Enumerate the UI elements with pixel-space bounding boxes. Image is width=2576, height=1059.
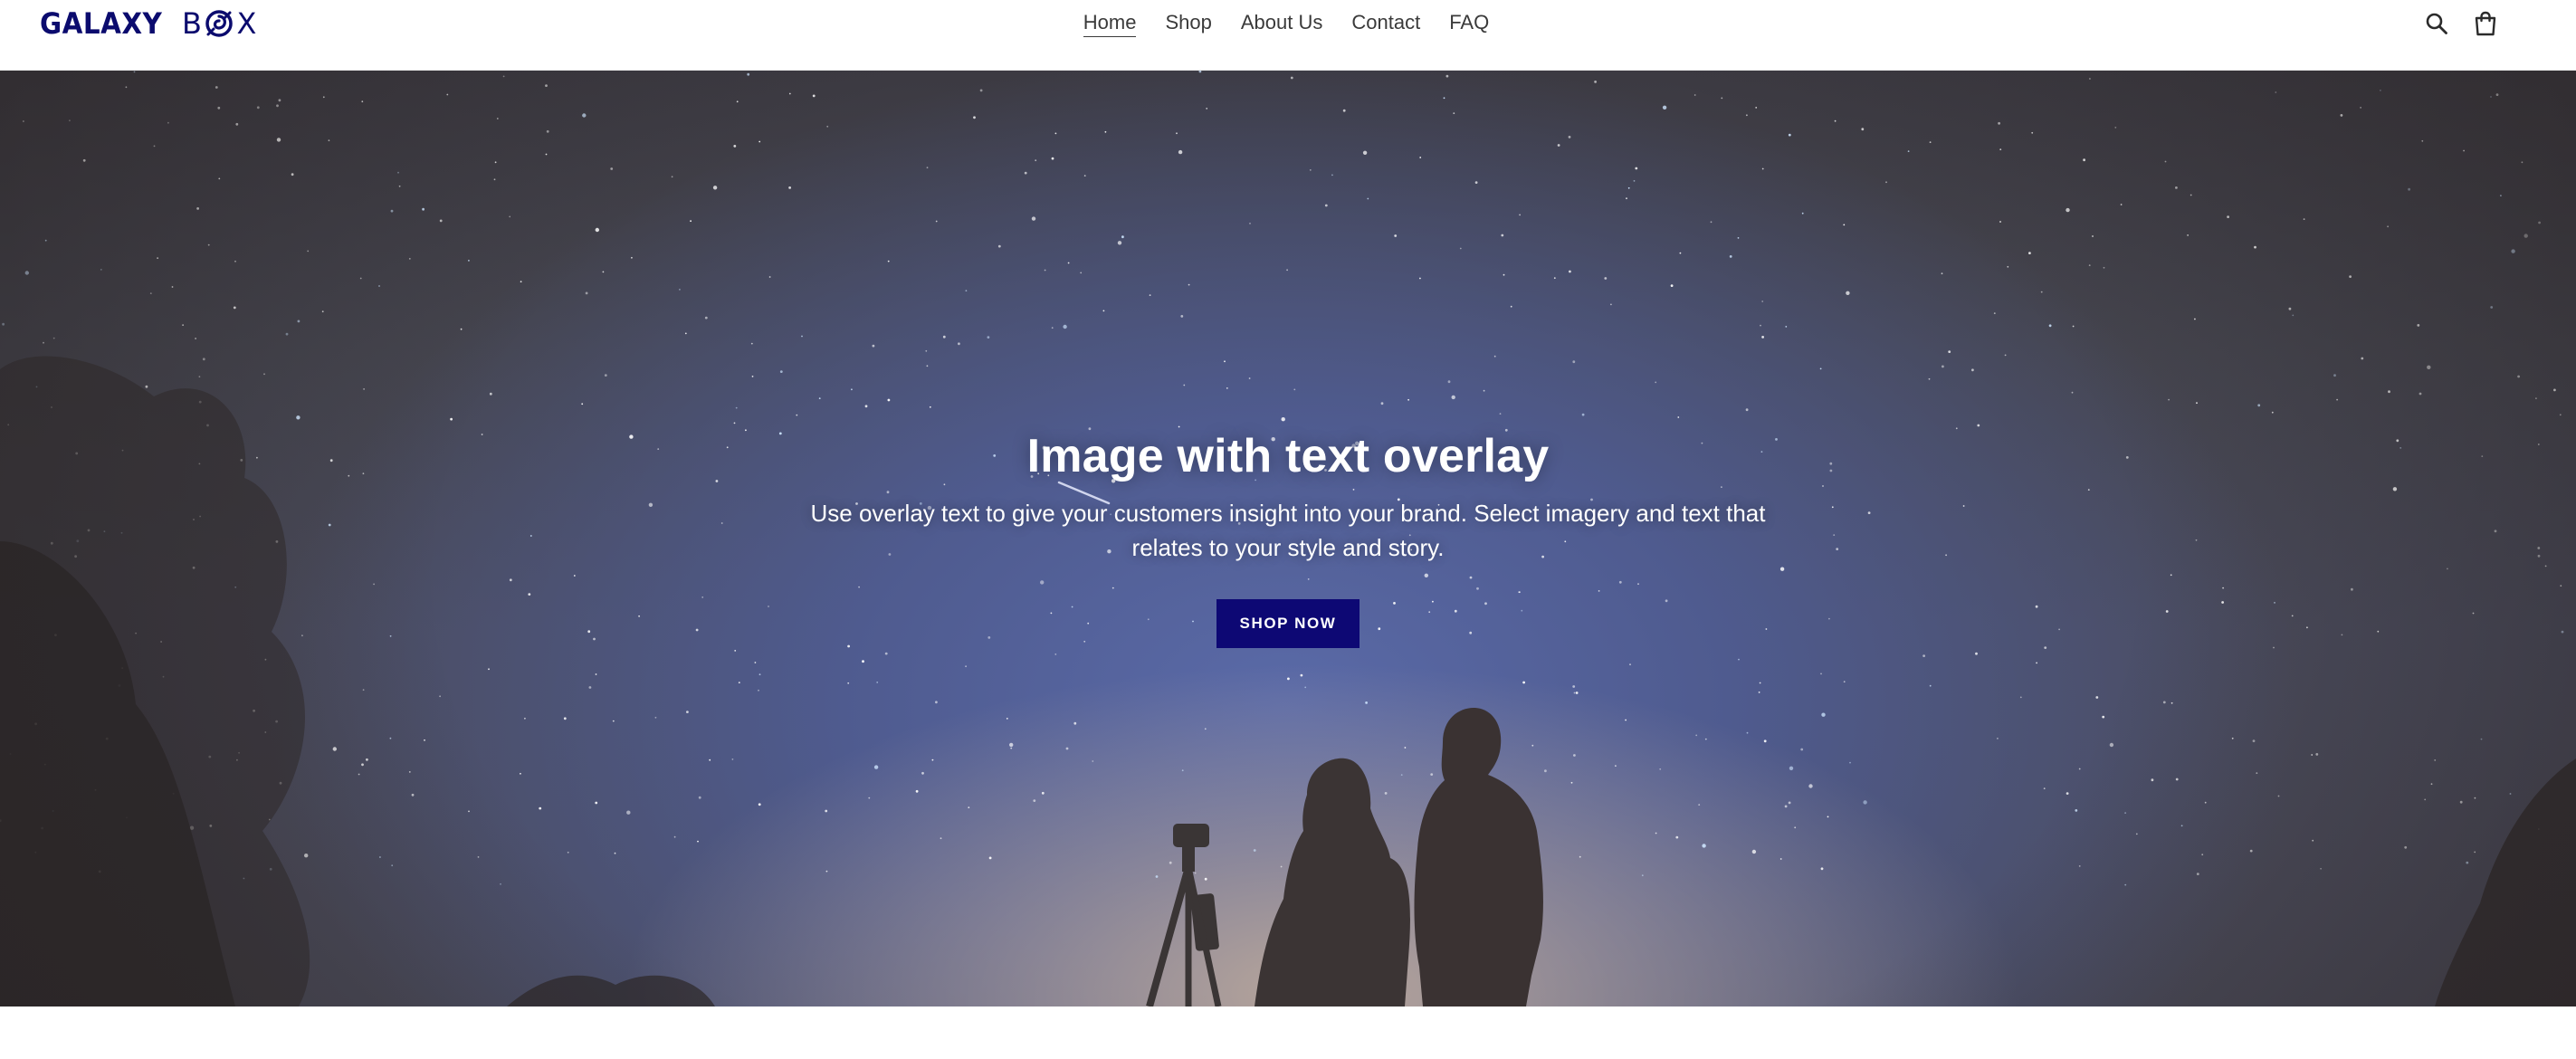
hero-banner: Image with text overlay Use overlay text… [0, 71, 2576, 1007]
search-button[interactable] [2422, 9, 2451, 38]
nav-item-label: Home [1083, 11, 1137, 37]
nav-item-label: FAQ [1449, 11, 1490, 33]
cart-button[interactable] [2471, 9, 2500, 38]
hero-content: Image with text overlay Use overlay text… [0, 424, 2576, 648]
hero-title: Image with text overlay [1026, 430, 1550, 482]
nav-item-faq[interactable]: FAQ [1435, 7, 1503, 38]
hero-text: Use overlay text to give your customers … [810, 500, 1766, 561]
shopping-bag-icon [2475, 11, 2496, 36]
nav-list: Home Shop About Us Contact FAQ [1069, 7, 1503, 38]
search-icon [2426, 13, 2447, 34]
shop-now-button[interactable]: SHOP NOW [1216, 599, 1360, 648]
nav-item-about-us[interactable]: About Us [1226, 7, 1338, 38]
nav-item-shop[interactable]: Shop [1150, 7, 1226, 38]
main-navigation: Home Shop About Us Contact FAQ [0, 7, 2576, 38]
nav-item-home[interactable]: Home [1069, 7, 1151, 38]
nav-item-label: Shop [1165, 11, 1212, 33]
nav-item-label: About Us [1240, 11, 1323, 33]
site-header: GALAXY B X Home Shop About Us Contact FA… [0, 0, 2576, 71]
nav-item-contact[interactable]: Contact [1337, 7, 1435, 38]
header-icons [2422, 9, 2500, 38]
nav-item-label: Contact [1351, 11, 1421, 33]
